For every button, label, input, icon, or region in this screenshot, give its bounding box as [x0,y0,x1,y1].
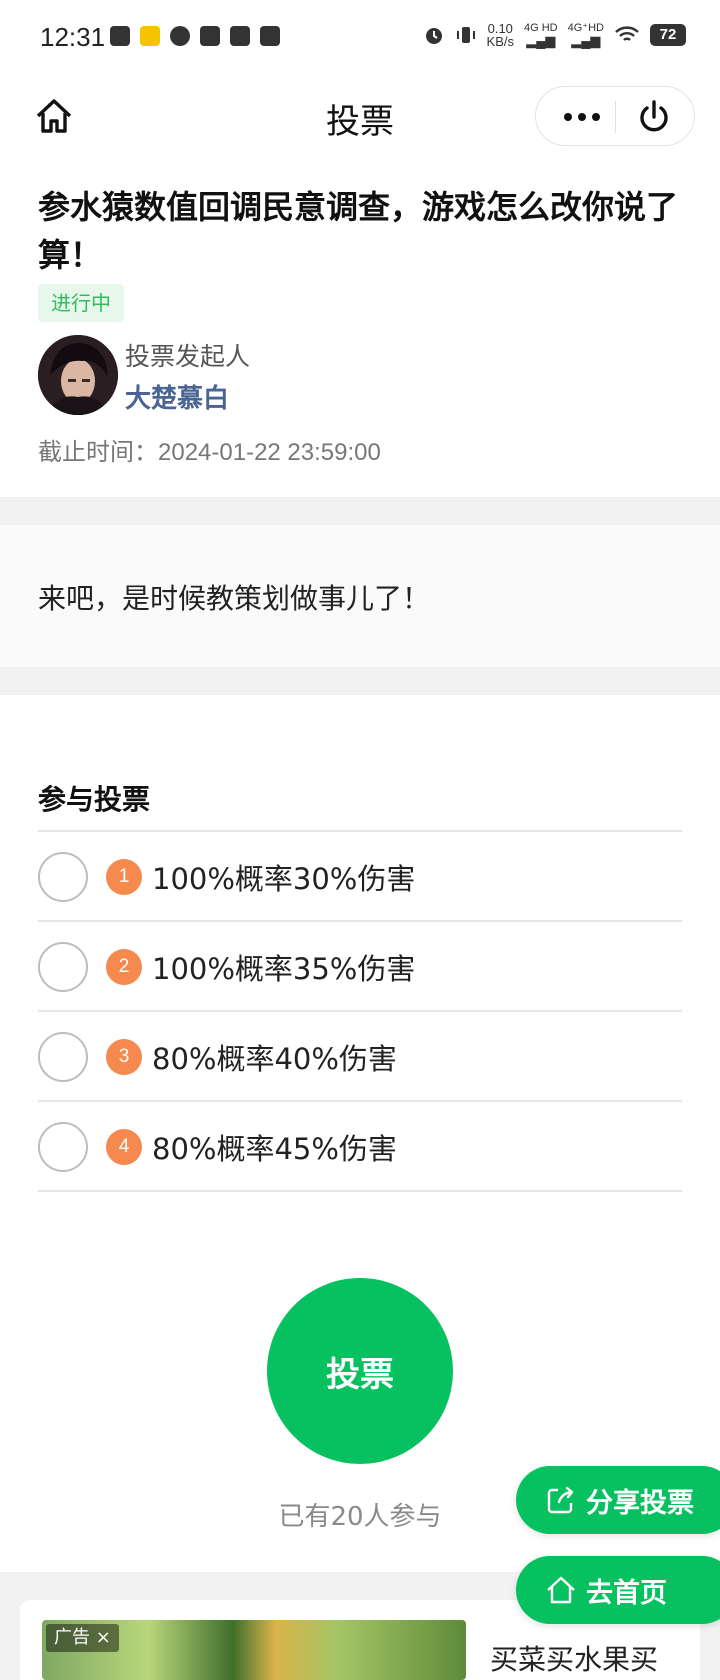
vote-option-4[interactable]: 4 80%概率45%伤害 [38,1102,682,1192]
poll-description: 来吧，是时候教策划做事儿了！ [38,582,431,615]
taobao-icon [200,26,220,46]
more-icon-dot [592,113,600,121]
description-section: 来吧，是时候教策划做事儿了！ [0,525,720,667]
radio-button[interactable] [38,942,88,992]
ad-text[interactable]: 买菜买水果买 [490,1638,658,1678]
vote-option-2[interactable]: 2 100%概率35%伤害 [38,922,682,1012]
message-icon [170,26,190,46]
net-speed-unit: KB/s [486,34,514,49]
more-icon [564,113,572,121]
alarm-icon [425,28,442,44]
signal-2: 4G⁺HD ▂▄▆ [568,23,604,48]
notification-icon [110,26,130,46]
option-number-badge: 3 [106,1039,142,1075]
ad-close-tag[interactable]: 广告 × [46,1624,119,1652]
radio-button[interactable] [38,1122,88,1172]
section-divider [0,667,720,695]
capsule-divider [615,101,616,133]
status-badge: 进行中 [38,284,124,322]
vote-submit-button[interactable]: 投票 [267,1278,453,1464]
option-number-badge: 4 [106,1129,142,1165]
signal-bars-icon: ▂▄▆ [526,33,556,48]
vote-option-1[interactable]: 1 100%概率30%伤害 [38,832,682,922]
more-button[interactable] [556,87,608,147]
more-icon-dot [578,113,586,121]
mini-program-capsule [535,86,695,146]
share-icon [547,1486,574,1514]
battery-icon: 72 [650,24,686,46]
poll-title: 参水猿数值回调民意调查，游戏怎么改你说了算！ [38,188,679,274]
vote-heading: 参与投票 [38,783,151,816]
go-home-button[interactable]: 去首页 [516,1556,720,1624]
avatar[interactable] [38,335,118,415]
vibrate-icon [456,27,475,43]
section-divider [0,497,720,525]
option-number-badge: 1 [106,859,142,895]
vote-options: 1 100%概率30%伤害 2 100%概率35%伤害 3 80%概率40%伤害… [38,830,682,1192]
vote-option-3[interactable]: 3 80%概率40%伤害 [38,1012,682,1102]
wifi-icon [615,26,639,41]
deadline: 截止时间：2024-01-22 23:59:00 [38,432,381,467]
avatar-image [38,335,118,415]
option-number-badge: 2 [106,949,142,985]
option-label: 100%概率30%伤害 [152,862,416,896]
option-label: 80%概率40%伤害 [152,1042,397,1076]
share-vote-label: 分享投票 [586,1487,694,1519]
home-icon [547,1576,575,1604]
telecom-icon [230,26,250,46]
ad-image[interactable]: 广告 × [42,1620,466,1680]
signal-1: 4G HD ▂▄▆ [524,23,558,48]
status-time: 12:31 [40,22,106,52]
radio-button[interactable] [38,852,88,902]
notification-icons [110,26,280,46]
app-icon [260,26,280,46]
signal-bars-icon: ▂▄▆ [571,33,601,48]
status-indicators: 0.10 KB/s 4G HD ▂▄▆ 4G⁺HD ▂▄▆ 72 [423,22,686,48]
close-power-icon[interactable] [634,97,674,137]
initiator-name[interactable]: 大楚慕白 [125,378,229,415]
deadline-value: 2024-01-22 23:59:00 [158,439,381,466]
network-speed: 0.10 KB/s [487,22,514,48]
deadline-label: 截止时间： [38,438,158,466]
status-bar: 12:31 0.10 KB/s 4G HD ▂▄▆ 4G⁺HD ▂▄▆ 72 [0,0,720,78]
share-vote-button[interactable]: 分享投票 [516,1466,720,1534]
go-home-label: 去首页 [586,1577,667,1609]
option-label: 80%概率45%伤害 [152,1132,397,1166]
radio-button[interactable] [38,1032,88,1082]
nav-bar: 投票 [0,78,720,154]
initiator-label: 投票发起人 [125,342,251,371]
app-notification-icon [140,26,160,46]
option-label: 100%概率35%伤害 [152,952,416,986]
